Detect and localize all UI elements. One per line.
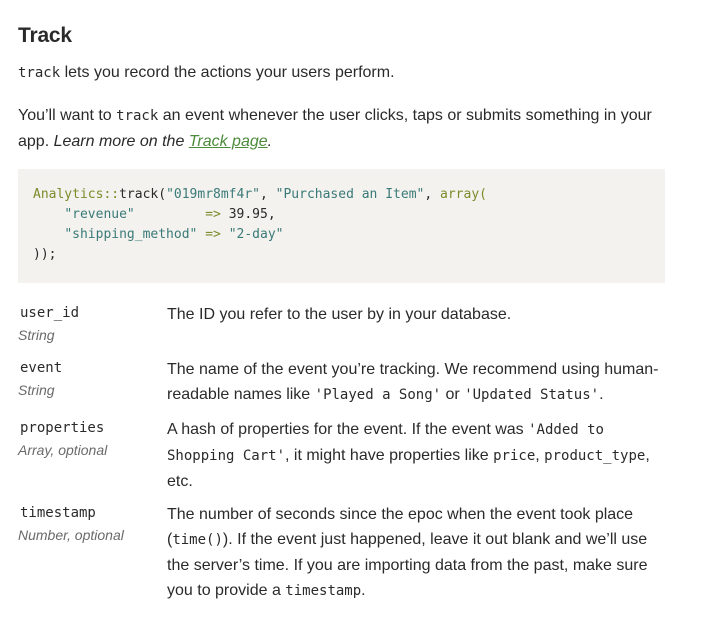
code-line-3: "shipping_method" => "2-day" <box>33 225 665 245</box>
param-description: The ID you refer to the user by in your … <box>167 302 667 327</box>
code-array: array( <box>440 187 487 202</box>
param-type: Number, optional <box>18 527 124 543</box>
param-desc-text: , it might have properties like <box>285 447 494 464</box>
param-desc-text: , <box>535 447 545 464</box>
code-comma: , <box>424 187 441 202</box>
code-comma: , <box>259 187 276 202</box>
code-value-shipping: "2-day" <box>228 227 284 242</box>
code-function: track( <box>119 187 167 202</box>
param-desc-text: . <box>361 582 366 599</box>
param-name: event <box>20 360 63 376</box>
param-desc-code: 'Played a Song' <box>314 387 442 403</box>
code-user-id: "019mr8mf4r" <box>166 187 260 202</box>
param-desc-code: product_type <box>544 448 646 464</box>
param-desc-code: 'Updated Status' <box>464 387 600 403</box>
code-value-revenue: 39.95 <box>228 207 268 222</box>
param-desc-code: time() <box>172 532 223 548</box>
code-line-1: Analytics::track("019mr8mf4r", "Purchase… <box>33 185 665 205</box>
code-class: Analytics:: <box>33 187 120 202</box>
usage-text-1: You’ll want to <box>18 107 117 124</box>
code-line-2: "revenue" => 39.95, <box>33 205 665 225</box>
param-type: String <box>18 382 55 398</box>
track-page-link[interactable]: Track page <box>189 133 268 150</box>
intro-text: lets you record the actions your users p… <box>60 64 395 81</box>
code-key-shipping: "shipping_method" <box>64 227 198 242</box>
usage-code: track <box>116 108 159 124</box>
param-name: properties <box>20 420 105 436</box>
param-desc-text: or <box>441 386 465 403</box>
learn-more-text: Learn more on the <box>53 133 189 150</box>
intro-paragraph: track lets you record the actions your u… <box>18 61 395 85</box>
code-line-4: )); <box>33 247 57 262</box>
code-key-revenue: "revenue" <box>64 207 135 222</box>
param-desc-code: timestamp <box>285 583 362 599</box>
param-type: String <box>18 327 55 343</box>
param-desc-text: ). If the event just happened, leave it … <box>167 531 648 599</box>
intro-code: track <box>18 65 61 81</box>
code-sample: Analytics::track("019mr8mf4r", "Purchase… <box>18 169 665 283</box>
code-arrow: => <box>205 207 221 222</box>
param-description: The name of the event you’re tracking. W… <box>167 357 667 408</box>
usage-trailing: . <box>267 133 273 150</box>
code-event-name: "Purchased an Item" <box>275 187 425 202</box>
page-title: Track <box>18 24 72 47</box>
param-desc-text: . <box>599 386 604 403</box>
code-arrow: => <box>205 227 221 242</box>
param-desc-code: price <box>493 448 536 464</box>
code-comma: , <box>267 207 276 222</box>
usage-paragraph: You’ll want to track an event whenever t… <box>18 103 668 154</box>
param-name: timestamp <box>20 505 96 521</box>
param-description: A hash of properties for the event. If t… <box>167 417 667 494</box>
param-description: The number of seconds since the epoc whe… <box>167 502 667 604</box>
param-name: user_id <box>20 305 80 321</box>
param-desc-text: A hash of properties for the event. If t… <box>167 421 529 438</box>
param-desc-text: The ID you refer to the user by in your … <box>167 306 512 323</box>
param-type: Array, optional <box>18 442 108 458</box>
